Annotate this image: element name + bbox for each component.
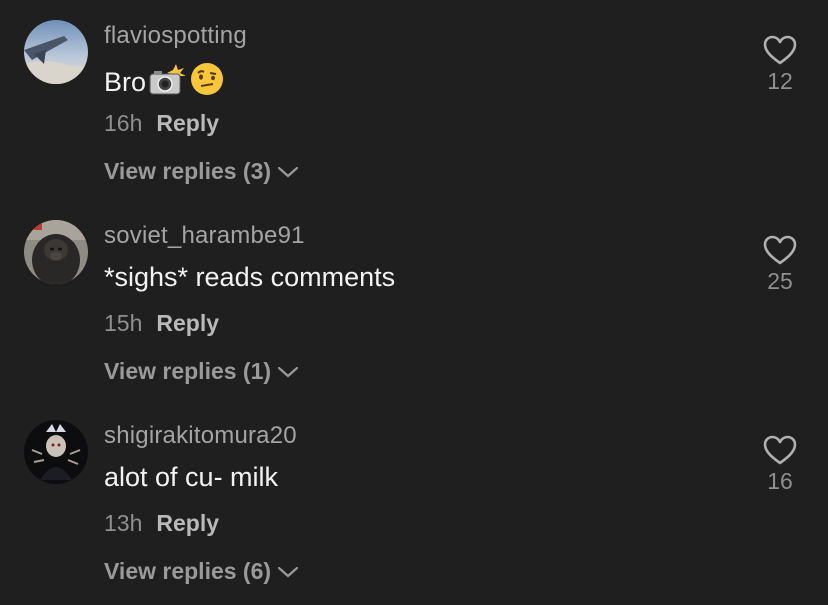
reply-button[interactable]: Reply (156, 310, 219, 336)
comment-meta: 16h Reply (104, 110, 219, 137)
like-count: 12 (767, 68, 793, 94)
chevron-down-icon (277, 158, 299, 185)
heart-outline-icon (763, 35, 797, 65)
like-count: 16 (767, 468, 793, 494)
chevron-down-icon (277, 358, 299, 385)
comment-text: alot of cu- milk (104, 462, 278, 493)
view-replies-button[interactable]: View replies (3) (104, 158, 299, 185)
avatar-image (24, 20, 88, 84)
view-replies-label: View replies (1) (104, 358, 272, 384)
comment-username[interactable]: soviet_harambe91 (104, 222, 305, 250)
avatar[interactable] (24, 20, 88, 84)
heart-outline-icon (763, 235, 797, 265)
avatar[interactable] (24, 220, 88, 284)
like-button[interactable]: 12 (752, 34, 808, 95)
comment-username[interactable]: shigirakitomura20 (104, 422, 297, 450)
comment-time: 13h (104, 510, 143, 536)
comment-item: flaviospotting Bro 16h Reply View replie… (0, 0, 828, 200)
comment-item: shigirakitomura20 alot of cu- milk 13h Re… (0, 400, 828, 600)
avatar[interactable] (24, 420, 88, 484)
avatar-image (24, 420, 88, 484)
view-replies-label: View replies (3) (104, 158, 272, 184)
avatar-image (24, 220, 88, 284)
comment-text: Bro (104, 62, 224, 103)
comment-text: *sighs* reads comments (104, 262, 395, 293)
reply-button[interactable]: Reply (156, 110, 219, 136)
comment-meta: 13h Reply (104, 510, 219, 537)
reply-button[interactable]: Reply (156, 510, 219, 536)
comment-text-body: alot of cu- milk (104, 462, 279, 492)
comment-time: 15h (104, 310, 143, 336)
comment-text-body: *sighs* reads comments (104, 262, 396, 292)
comment-text-body: Bro (104, 67, 147, 97)
comment-meta: 15h Reply (104, 310, 219, 337)
comment-item: soviet_harambe91 *sighs* reads comments … (0, 200, 828, 400)
like-button[interactable]: 25 (752, 234, 808, 295)
camera-flash-emoji (148, 62, 188, 103)
comment-username[interactable]: flaviospotting (104, 22, 247, 50)
raised-eyebrow-emoji (190, 62, 224, 103)
comment-time: 16h (104, 110, 143, 136)
view-replies-button[interactable]: View replies (6) (104, 558, 299, 585)
view-replies-button[interactable]: View replies (1) (104, 358, 299, 385)
view-replies-label: View replies (6) (104, 558, 272, 584)
chevron-down-icon (277, 558, 299, 585)
heart-outline-icon (763, 435, 797, 465)
like-count: 25 (767, 268, 793, 294)
like-button[interactable]: 16 (752, 434, 808, 495)
